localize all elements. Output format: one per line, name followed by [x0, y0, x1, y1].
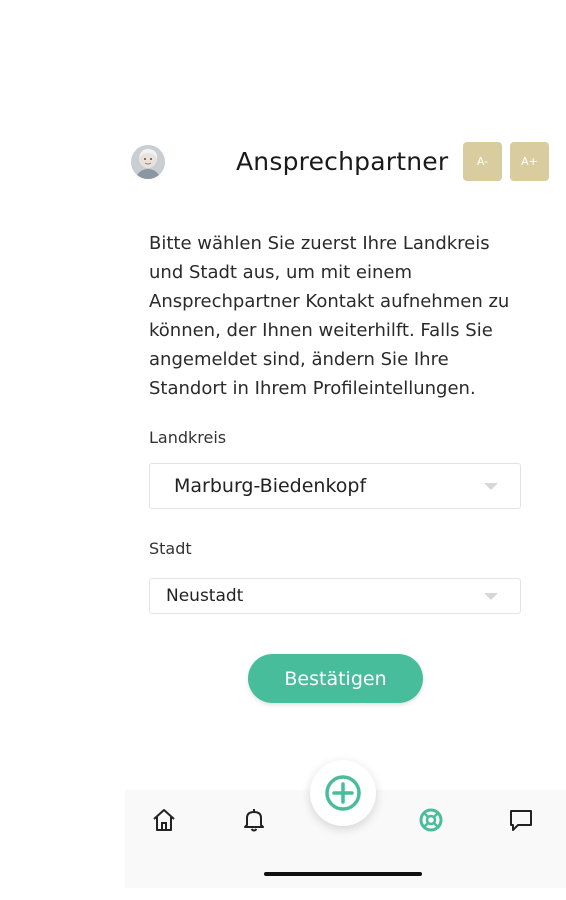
- contact-screen: Ansprechpartner A- A+ Bitte wählen Sie z…: [0, 0, 566, 900]
- stadt-value: Neustadt: [166, 586, 244, 606]
- landkreis-select[interactable]: Marburg-Biedenkopf: [149, 463, 521, 509]
- nav-home[interactable]: [150, 806, 178, 834]
- landkreis-label: Landkreis: [149, 428, 227, 447]
- confirm-button[interactable]: Bestätigen: [248, 654, 423, 703]
- font-decrease-button[interactable]: A-: [463, 142, 502, 181]
- page-title: Ansprechpartner: [236, 147, 449, 176]
- bell-icon: [244, 809, 264, 832]
- home-indicator: [264, 872, 422, 876]
- stadt-label: Stadt: [149, 539, 192, 558]
- add-button[interactable]: [310, 760, 376, 826]
- avatar[interactable]: [131, 145, 165, 179]
- landkreis-value: Marburg-Biedenkopf: [174, 475, 367, 497]
- nav-contact[interactable]: [417, 806, 445, 834]
- avatar-image: [131, 145, 165, 179]
- font-increase-button[interactable]: A+: [510, 142, 549, 181]
- chat-icon: [510, 810, 532, 831]
- stadt-select[interactable]: Neustadt: [149, 578, 521, 614]
- intro-text: Bitte wählen Sie zuerst Ihre Landkreis u…: [149, 233, 510, 399]
- nav-messages[interactable]: [507, 806, 535, 834]
- plus-circle-icon: [325, 775, 361, 811]
- home-icon: [153, 809, 175, 831]
- chevron-down-icon: [484, 592, 498, 600]
- nav-notifications[interactable]: [240, 806, 268, 834]
- lifebuoy-icon: [419, 808, 443, 832]
- chevron-down-icon: [484, 482, 498, 490]
